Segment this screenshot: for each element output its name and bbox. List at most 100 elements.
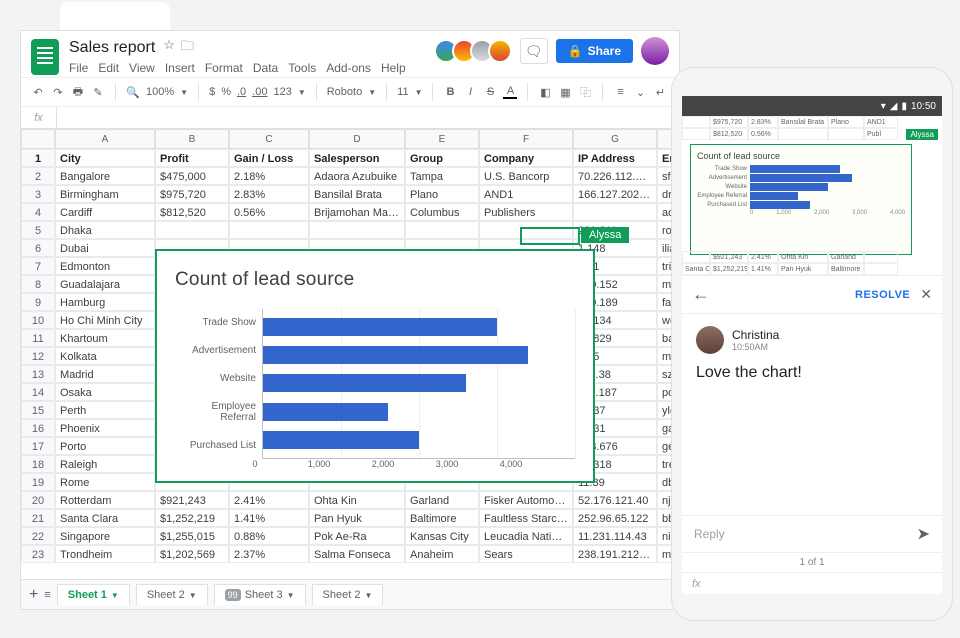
redo-icon[interactable]: ↷ bbox=[51, 86, 65, 99]
back-arrow-icon[interactable]: ← bbox=[692, 284, 710, 305]
mini-chart[interactable]: Count of lead source Trade ShowAdvertise… bbox=[690, 144, 912, 255]
cell[interactable]: $1,255,015 bbox=[155, 527, 229, 545]
row-number[interactable]: 3 bbox=[21, 185, 55, 203]
sheet-tab[interactable]: Sheet 2▼ bbox=[312, 584, 384, 605]
cell[interactable]: Phoenix bbox=[55, 419, 155, 437]
menu-edit[interactable]: Edit bbox=[98, 61, 119, 75]
cell[interactable]: Tampa bbox=[405, 167, 479, 185]
column-header[interactable]: D bbox=[309, 129, 405, 149]
close-icon[interactable]: ✕ bbox=[920, 286, 932, 303]
cell[interactable]: Birmingham bbox=[55, 185, 155, 203]
chevron-down-icon[interactable]: ▼ bbox=[180, 88, 188, 97]
cell[interactable]: Kansas City bbox=[405, 527, 479, 545]
fill-color-icon[interactable]: ◧ bbox=[538, 86, 552, 99]
folder-icon[interactable]: 🗀 bbox=[181, 37, 194, 59]
cell[interactable]: City bbox=[55, 149, 155, 167]
row-number[interactable]: 17 bbox=[21, 437, 55, 455]
reply-bar[interactable]: Reply ➤ bbox=[682, 515, 942, 552]
cell[interactable]: 11.231.114.43 bbox=[573, 527, 657, 545]
row-number[interactable]: 22 bbox=[21, 527, 55, 545]
strike-icon[interactable]: S bbox=[483, 86, 497, 98]
column-header[interactable]: A bbox=[55, 129, 155, 149]
row-number[interactable]: 8 bbox=[21, 275, 55, 293]
cell[interactable]: Pok Ae-Ra bbox=[309, 527, 405, 545]
cell[interactable]: Plano bbox=[405, 185, 479, 203]
decrease-decimal[interactable]: .0 bbox=[237, 86, 246, 98]
cell[interactable] bbox=[309, 221, 405, 239]
collaborator-avatars[interactable] bbox=[440, 39, 512, 63]
bold-icon[interactable]: B bbox=[443, 86, 457, 98]
column-header[interactable]: C bbox=[229, 129, 309, 149]
merge-icon[interactable]: ⿻ bbox=[578, 84, 592, 100]
cell[interactable]: Gain / Loss bbox=[229, 149, 309, 167]
cell[interactable]: 2.41% bbox=[229, 491, 309, 509]
nav-back-icon[interactable] bbox=[713, 601, 725, 613]
cell[interactable]: 0.56% bbox=[229, 203, 309, 221]
row-number[interactable]: 21 bbox=[21, 509, 55, 527]
cell[interactable]: Sears bbox=[479, 545, 573, 563]
menu-addons[interactable]: Add-ons bbox=[326, 61, 371, 75]
cell[interactable]: $475,000 bbox=[155, 167, 229, 185]
row-number[interactable]: 23 bbox=[21, 545, 55, 563]
document-title[interactable]: Sales report bbox=[69, 39, 155, 57]
halign-icon[interactable]: ≡ bbox=[613, 86, 627, 98]
row-number[interactable]: 12 bbox=[21, 347, 55, 365]
cell[interactable]: IP Address bbox=[573, 149, 657, 167]
row-number[interactable]: 2 bbox=[21, 167, 55, 185]
browser-tab[interactable] bbox=[60, 2, 170, 30]
formula-bar[interactable]: fx bbox=[21, 107, 679, 129]
italic-icon[interactable]: I bbox=[463, 86, 477, 98]
format-percent[interactable]: % bbox=[221, 86, 231, 98]
chevron-down-icon[interactable]: ▼ bbox=[287, 591, 295, 600]
row-number[interactable]: 10 bbox=[21, 311, 55, 329]
cell[interactable]: Guadalajara bbox=[55, 275, 155, 293]
cell[interactable]: Brijamohan Mallick bbox=[309, 203, 405, 221]
cell[interactable]: $812,520 bbox=[155, 203, 229, 221]
zoom-select[interactable]: 100% bbox=[146, 86, 174, 98]
share-button[interactable]: 🔒 Share bbox=[556, 39, 633, 63]
cell[interactable]: Profit bbox=[155, 149, 229, 167]
phone-formula-bar[interactable]: fx bbox=[682, 572, 942, 594]
menu-tools[interactable]: Tools bbox=[288, 61, 316, 75]
cell[interactable]: Hamburg bbox=[55, 293, 155, 311]
cell[interactable]: $1,202,569 bbox=[155, 545, 229, 563]
cell[interactable]: Dhaka bbox=[55, 221, 155, 239]
sheet-tab[interactable]: Sheet 1▼ bbox=[57, 584, 130, 605]
cell[interactable]: 52.176.121.40 bbox=[573, 491, 657, 509]
nav-recent-icon[interactable] bbox=[899, 601, 911, 613]
cell[interactable]: Anaheim bbox=[405, 545, 479, 563]
cell[interactable]: Bansilal Brata bbox=[309, 185, 405, 203]
chevron-down-icon[interactable]: ▼ bbox=[415, 88, 423, 97]
cell[interactable]: Fisker Automotive bbox=[479, 491, 573, 509]
cell[interactable]: U.S. Bancorp bbox=[479, 167, 573, 185]
menu-format[interactable]: Format bbox=[205, 61, 243, 75]
cell[interactable]: Columbus bbox=[405, 203, 479, 221]
cell[interactable]: Adaora Azubuike bbox=[309, 167, 405, 185]
row-number[interactable]: 15 bbox=[21, 401, 55, 419]
resolve-button[interactable]: RESOLVE bbox=[855, 289, 910, 301]
cell[interactable]: Dubai bbox=[55, 239, 155, 257]
cell[interactable] bbox=[573, 203, 657, 221]
sheet-tab[interactable]: Sheet 2▼ bbox=[136, 584, 208, 605]
row-number[interactable]: 7 bbox=[21, 257, 55, 275]
nav-home-icon[interactable] bbox=[806, 601, 818, 613]
increase-decimal[interactable]: .00 bbox=[252, 86, 267, 98]
row-number[interactable]: 9 bbox=[21, 293, 55, 311]
cell[interactable]: Perth bbox=[55, 401, 155, 419]
paint-format-icon[interactable]: ✎ bbox=[91, 86, 105, 99]
cell[interactable]: 2.83% bbox=[229, 185, 309, 203]
cell[interactable]: Publishers bbox=[479, 203, 573, 221]
comments-button[interactable]: 🗨 bbox=[520, 38, 548, 64]
column-header[interactable]: F bbox=[479, 129, 573, 149]
cell[interactable]: Raleigh bbox=[55, 455, 155, 473]
cell[interactable]: Khartoum bbox=[55, 329, 155, 347]
cell[interactable]: Cardiff bbox=[55, 203, 155, 221]
cell[interactable] bbox=[155, 221, 229, 239]
cell[interactable]: 252.96.65.122 bbox=[573, 509, 657, 527]
menu-file[interactable]: File bbox=[69, 61, 88, 75]
format-number[interactable]: 123 bbox=[273, 86, 291, 98]
chevron-down-icon[interactable]: ▼ bbox=[368, 88, 376, 97]
chevron-down-icon[interactable]: ▼ bbox=[189, 591, 197, 600]
row-number[interactable]: 14 bbox=[21, 383, 55, 401]
all-sheets-button[interactable]: ≡ bbox=[44, 589, 50, 601]
